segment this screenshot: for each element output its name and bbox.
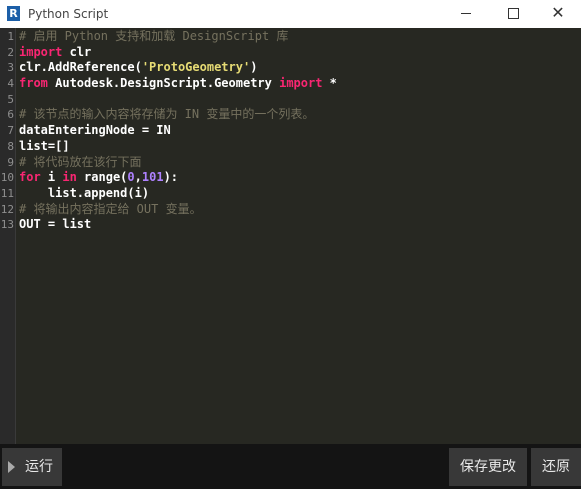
code-token: range( bbox=[76, 170, 128, 185]
run-button[interactable]: 运行 bbox=[2, 448, 62, 486]
code-line: 9 # 将代码放在该行下面 bbox=[0, 155, 581, 171]
line-number: 8 bbox=[7, 139, 14, 153]
code-token: i bbox=[40, 170, 63, 185]
keyword-token: import bbox=[279, 76, 323, 91]
line-number: 7 bbox=[7, 124, 14, 138]
play-icon bbox=[8, 461, 15, 473]
code-text: # 将输出内容指定给 OUT 变量。 bbox=[19, 202, 202, 218]
code-token: ): bbox=[163, 170, 179, 185]
maximize-button[interactable] bbox=[490, 0, 536, 28]
line-number: 4 bbox=[7, 77, 14, 91]
keyword-token: from bbox=[19, 76, 48, 91]
line-number: 10 bbox=[0, 171, 14, 185]
bottom-toolbar: 运行 保存更改 还原 bbox=[0, 444, 581, 489]
run-label: 运行 bbox=[25, 459, 53, 475]
close-icon: ✕ bbox=[551, 3, 565, 22]
string-token: 'ProtoGeometry' bbox=[141, 60, 251, 75]
code-text: list.append(i) bbox=[19, 186, 149, 202]
code-text: clr.AddReference('ProtoGeometry') bbox=[19, 60, 257, 76]
code-line: 6 # 该节点的输入内容将存储为 IN 变量中的一个列表。 bbox=[0, 107, 581, 123]
code-line: 12 # 将输出内容指定给 OUT 变量。 bbox=[0, 202, 581, 218]
number-token: 101 bbox=[141, 170, 164, 185]
line-number: 3 bbox=[7, 61, 14, 75]
line-number: 11 bbox=[0, 186, 14, 200]
minimize-icon bbox=[461, 13, 471, 14]
line-number: 6 bbox=[7, 108, 14, 122]
code-line: 10 for i in range(0,101): bbox=[0, 170, 581, 186]
code-token: OUT = list bbox=[19, 217, 92, 232]
code-line: 11 list.append(i) bbox=[0, 186, 581, 202]
code-token: clr bbox=[62, 44, 92, 59]
save-changes-button[interactable]: 保存更改 bbox=[449, 448, 527, 486]
revert-button[interactable]: 还原 bbox=[531, 448, 581, 486]
code-line: 8 list=[] bbox=[0, 139, 581, 155]
code-line: 13 OUT = list bbox=[0, 217, 581, 233]
code-area[interactable]: 1 # 启用 Python 支持和加载 DesignScript 库 2 import… bbox=[0, 29, 581, 233]
code-text: # 启用 Python 支持和加载 DesignScript 库 bbox=[19, 29, 288, 45]
minimize-button[interactable] bbox=[443, 0, 489, 28]
code-line: 1 # 启用 Python 支持和加载 DesignScript 库 bbox=[0, 29, 581, 45]
comment-token: # 该节点的输入内容将存储为 IN 变量中的一个列表。 bbox=[19, 107, 315, 122]
number-token: 0 bbox=[127, 170, 135, 185]
code-token: list=[] bbox=[19, 138, 70, 153]
line-number: 2 bbox=[7, 45, 14, 59]
code-token: list.append(i) bbox=[19, 185, 150, 200]
code-token: Autodesk.DesignScript.Geometry bbox=[47, 76, 280, 91]
line-number: 1 bbox=[7, 30, 14, 43]
close-button[interactable]: ✕ bbox=[535, 0, 581, 28]
code-text: OUT = list bbox=[19, 217, 91, 233]
code-text: list=[] bbox=[19, 139, 70, 155]
code-line: 7 dataEnteringNode = IN bbox=[0, 123, 581, 139]
code-editor[interactable]: 1 # 启用 Python 支持和加载 DesignScript 库 2 import… bbox=[0, 28, 581, 444]
code-token: dataEnteringNode = IN bbox=[19, 123, 171, 138]
line-number: 5 bbox=[7, 92, 14, 106]
code-token: , bbox=[134, 170, 142, 185]
title-bar: R Python Script ✕ bbox=[0, 0, 581, 28]
keyword-token: import bbox=[19, 44, 63, 59]
code-token: * bbox=[322, 76, 337, 91]
code-token: ) bbox=[250, 60, 258, 75]
line-number: 13 bbox=[0, 218, 14, 232]
revit-r-icon: R bbox=[7, 6, 20, 21]
code-text: dataEnteringNode = IN bbox=[19, 123, 171, 139]
window-title: Python Script bbox=[28, 7, 109, 21]
code-text: # 将代码放在该行下面 bbox=[19, 155, 141, 171]
code-token: clr.AddReference( bbox=[19, 60, 142, 75]
code-text: import clr bbox=[19, 45, 91, 61]
code-text: # 该节点的输入内容将存储为 IN 变量中的一个列表。 bbox=[19, 107, 314, 123]
comment-token: # 将输出内容指定给 OUT 变量。 bbox=[19, 201, 202, 216]
line-number: 12 bbox=[0, 202, 14, 216]
code-text: for i in range(0,101): bbox=[19, 170, 178, 186]
keyword-token: for bbox=[19, 170, 41, 185]
code-line: 2 import clr bbox=[0, 45, 581, 61]
code-line: 5 bbox=[0, 92, 581, 108]
keyword-token: in bbox=[62, 170, 77, 185]
comment-token: # 启用 Python 支持和加载 DesignScript 库 bbox=[19, 29, 289, 43]
code-line: 3 clr.AddReference('ProtoGeometry') bbox=[0, 60, 581, 76]
maximize-icon bbox=[508, 8, 519, 19]
comment-token: # 将代码放在该行下面 bbox=[19, 154, 142, 169]
line-number: 9 bbox=[7, 155, 14, 169]
code-line: 4 from Autodesk.DesignScript.Geometry imp… bbox=[0, 76, 581, 92]
code-text: from Autodesk.DesignScript.Geometry impo… bbox=[19, 76, 337, 92]
